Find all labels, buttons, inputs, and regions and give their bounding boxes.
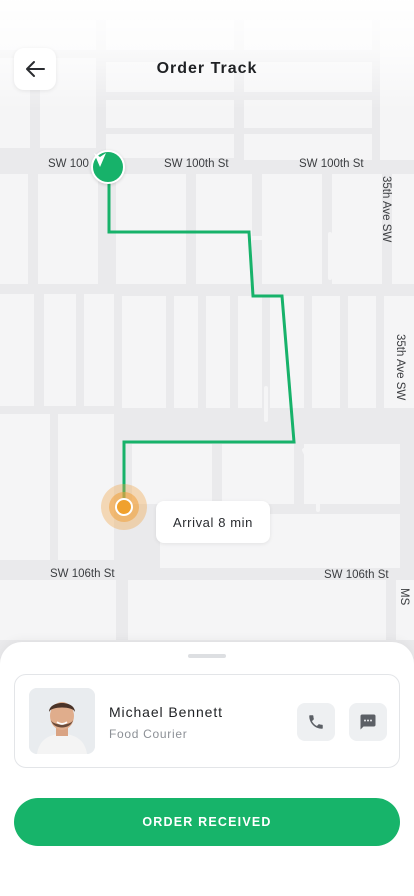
- arrival-time-tooltip: Arrival 8 min: [156, 501, 270, 543]
- street-label: SW 100th St: [299, 158, 364, 170]
- street-label: 35th Ave SW: [394, 334, 406, 401]
- courier-avatar: [29, 688, 95, 754]
- street-label: SW 106th St: [324, 569, 389, 581]
- street-label: 35th Ave SW: [380, 176, 392, 243]
- map-top-fade: [0, 0, 414, 110]
- call-button[interactable]: [297, 703, 335, 741]
- navigation-arrow-icon: [91, 150, 125, 184]
- order-received-button[interactable]: ORDER RECEIVED: [14, 798, 400, 846]
- chat-icon: [360, 714, 376, 730]
- page-title: Order Track: [156, 60, 258, 77]
- courier-card: Michael Bennett Food Courier: [14, 674, 400, 768]
- message-button[interactable]: [349, 703, 387, 741]
- street-label: MS: [398, 588, 410, 606]
- courier-location-marker: [101, 484, 147, 530]
- courier-name: Michael Bennett: [109, 704, 223, 720]
- map-view[interactable]: SW 100 SW 100th St SW 100th St 35th Ave …: [0, 0, 414, 680]
- courier-role: Food Courier: [109, 727, 188, 741]
- drag-handle[interactable]: [188, 654, 226, 658]
- street-label: SW 100th St: [164, 158, 229, 170]
- street-label: SW 100: [48, 158, 89, 170]
- bottom-sheet: Michael Bennett Food Courier ORDER RECEI…: [0, 642, 414, 896]
- street-label: SW 106th St: [50, 568, 115, 580]
- phone-icon: [309, 715, 323, 729]
